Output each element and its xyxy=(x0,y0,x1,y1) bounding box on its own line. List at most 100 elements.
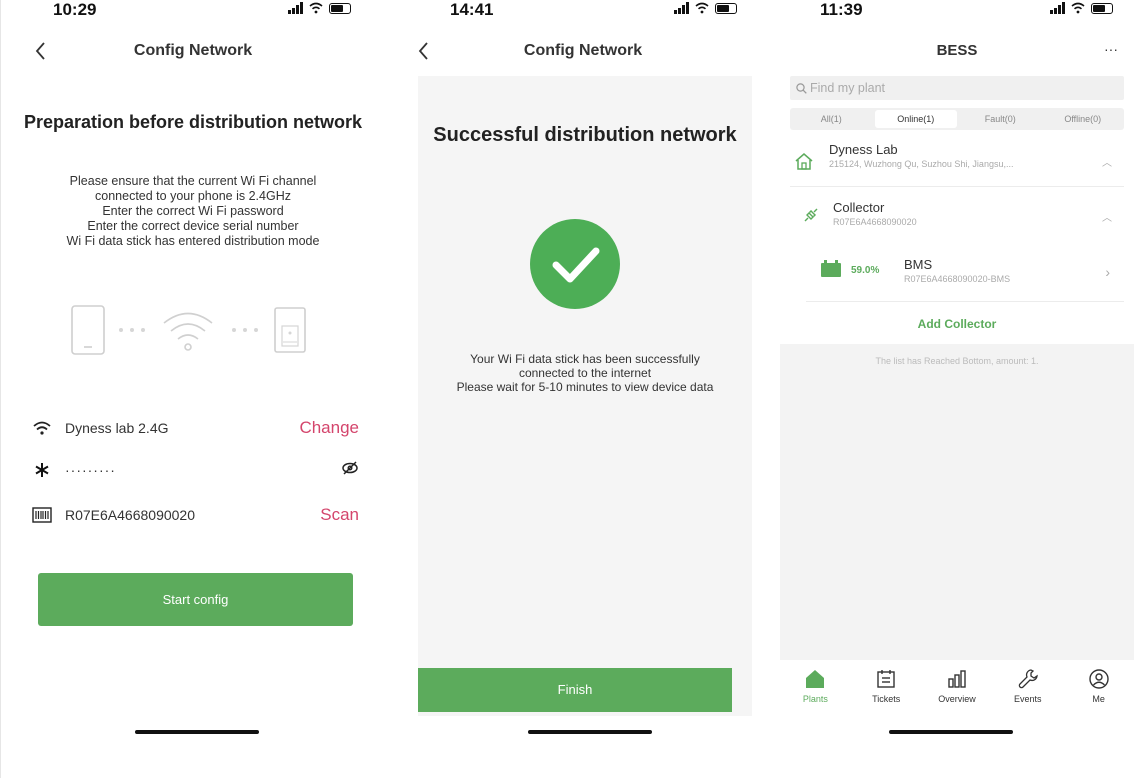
tab-tickets[interactable]: Tickets xyxy=(851,660,922,716)
collapse-chevron-icon[interactable]: ︿ xyxy=(1102,209,1112,224)
bess-plants-screen: 11:39 BESS ··· Find my plant All(1) Onli… xyxy=(780,0,1134,778)
search-input[interactable]: Find my plant xyxy=(810,81,885,95)
instruction-line: Please ensure that the current Wi Fi cha… xyxy=(69,174,317,188)
plant-name: Dyness Lab xyxy=(829,142,898,157)
wifi-name-row: Dyness lab 2.4G Change xyxy=(31,415,359,441)
divider xyxy=(806,301,1124,302)
tab-offline[interactable]: Offline(0) xyxy=(1042,108,1125,130)
bms-label: BMS xyxy=(904,257,933,272)
more-menu-icon[interactable]: ··· xyxy=(1104,38,1118,60)
bms-row[interactable]: 59.0% BMS R07E6A4668090020-BMS › xyxy=(780,257,1134,297)
bms-serial: R07E6A4668090020-BMS xyxy=(904,274,1011,284)
serial-number-input[interactable]: R07E6A4668090020 xyxy=(65,507,320,523)
success-heading: Successful distribution network xyxy=(433,124,737,146)
status-icons xyxy=(1050,2,1113,14)
tab-label: Plants xyxy=(802,694,828,704)
eye-hidden-icon[interactable] xyxy=(341,460,359,480)
page-title: Config Network xyxy=(523,42,643,59)
scan-link[interactable]: Scan xyxy=(320,505,359,525)
status-icons xyxy=(674,2,737,14)
collector-serial: R07E6A4668090020 xyxy=(833,217,917,227)
nav-bar: Config Network xyxy=(398,38,768,64)
user-icon xyxy=(1088,669,1109,689)
collector-row[interactable]: Collector R07E6A4668090020 ︿ xyxy=(780,199,1134,239)
nav-bar: Config Network xyxy=(1,38,385,64)
plant-row[interactable]: Dyness Lab 215124, Wuzhong Qu, Suzhou Sh… xyxy=(780,142,1134,182)
barcode-icon xyxy=(31,504,53,526)
password-row: ········· xyxy=(31,457,359,483)
list-background xyxy=(780,344,1134,660)
status-bar: 11:39 xyxy=(780,0,1134,22)
wifi-status-icon xyxy=(309,2,323,14)
bottom-tab-bar: Plants Tickets Overview Events Me xyxy=(780,660,1134,716)
battery-icon xyxy=(715,3,737,14)
tab-label: Overview xyxy=(938,694,976,704)
message-line: connected to the internet xyxy=(518,366,652,380)
status-icons xyxy=(288,2,351,14)
status-bar: 10:29 xyxy=(1,0,385,22)
tab-all[interactable]: All(1) xyxy=(790,108,873,130)
success-panel xyxy=(418,76,752,716)
home-indicator xyxy=(528,730,652,734)
preparation-instructions: Please ensure that the current Wi Fi cha… xyxy=(11,174,375,249)
collector-label: Collector xyxy=(833,200,885,215)
search-icon xyxy=(796,82,807,94)
config-network-screen-1: 10:29 Config Network Preparation before … xyxy=(0,0,385,778)
start-config-button[interactable]: Start config xyxy=(38,573,353,626)
home-indicator xyxy=(889,730,1013,734)
tab-label: Tickets xyxy=(872,694,901,704)
plug-icon xyxy=(804,208,818,222)
tab-label: Me xyxy=(1092,694,1105,704)
battery-icon xyxy=(1091,3,1113,14)
status-time: 11:39 xyxy=(820,0,863,19)
plant-address: 215124, Wuzhong Qu, Suzhou Shi, Jiangsu,… xyxy=(829,159,1014,169)
finish-button[interactable]: Finish xyxy=(418,668,732,712)
home-outline-icon xyxy=(795,153,813,170)
search-field[interactable]: Find my plant xyxy=(790,76,1124,100)
page-title: BESS xyxy=(936,42,978,59)
collapse-chevron-icon[interactable]: ︿ xyxy=(1102,154,1112,169)
home-filled-icon xyxy=(806,670,825,688)
serial-row: R07E6A4668090020 Scan xyxy=(31,502,359,528)
back-arrow-icon[interactable] xyxy=(33,40,47,62)
tab-overview[interactable]: Overview xyxy=(922,660,993,716)
wifi-name-value: Dyness lab 2.4G xyxy=(65,420,169,436)
chevron-right-icon[interactable]: › xyxy=(1105,264,1110,280)
message-line: Please wait for 5-10 minutes to view dev… xyxy=(456,380,714,394)
tab-plants[interactable]: Plants xyxy=(780,660,851,716)
status-time: 10:29 xyxy=(53,0,97,19)
signal-icon xyxy=(674,2,689,14)
battery-icon xyxy=(329,3,351,14)
add-collector-button[interactable]: Add Collector xyxy=(780,317,1134,331)
instruction-line: connected to your phone is 2.4GHz xyxy=(95,189,291,203)
signal-icon xyxy=(1050,2,1065,14)
phone-wifi-stick-illustration xyxy=(71,305,306,355)
status-filter-tabs: All(1) Online(1) Fault(0) Offline(0) xyxy=(790,108,1124,130)
tab-fault[interactable]: Fault(0) xyxy=(959,108,1042,130)
wifi-status-icon xyxy=(1071,2,1085,14)
success-message: Your Wi Fi data stick has been successfu… xyxy=(418,352,752,394)
bms-soc-value: 59.0% xyxy=(851,265,880,276)
signal-icon xyxy=(288,2,303,14)
tab-label: Events xyxy=(1014,694,1042,704)
asterisk-icon xyxy=(31,459,53,481)
status-bar: 14:41 xyxy=(398,0,768,22)
message-line: Your Wi Fi data stick has been successfu… xyxy=(470,352,700,366)
instruction-line: Wi Fi data stick has entered distributio… xyxy=(66,234,320,248)
password-input[interactable]: ········· xyxy=(65,462,341,478)
tab-events[interactable]: Events xyxy=(992,660,1063,716)
wifi-icon xyxy=(31,417,53,439)
preparation-heading: Preparation before distribution network xyxy=(23,112,363,132)
list-end-message: The list has Reached Bottom, amount: 1. xyxy=(875,356,1039,366)
battery-soc-icon xyxy=(821,260,841,277)
bar-chart-icon xyxy=(948,670,966,688)
home-indicator xyxy=(135,730,259,734)
config-network-screen-2: 14:41 Config Network Successful distribu… xyxy=(398,0,768,778)
instruction-line: Enter the correct Wi Fi password xyxy=(102,204,284,218)
tab-me[interactable]: Me xyxy=(1063,660,1134,716)
tab-online[interactable]: Online(1) xyxy=(874,110,957,128)
change-wifi-link[interactable]: Change xyxy=(299,418,359,438)
instruction-line: Enter the correct device serial number xyxy=(87,219,299,233)
wifi-status-icon xyxy=(695,2,709,14)
back-arrow-icon[interactable] xyxy=(416,40,430,62)
